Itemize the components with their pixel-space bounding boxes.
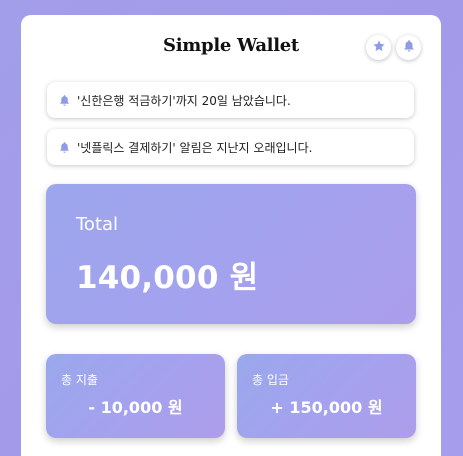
wallet-card: Simple Wallet '신한은행 적금하기'까지 20일 남았습니다. '…	[21, 15, 441, 456]
income-value: + 150,000 원	[270, 398, 383, 417]
bell-icon	[59, 93, 71, 107]
spend-label: 총 지출	[61, 373, 98, 387]
total-label: Total	[76, 214, 119, 235]
bell-icon	[403, 38, 415, 57]
favorites-button[interactable]	[366, 35, 391, 60]
notice-item[interactable]: '넷플릭스 결제하기' 알림은 지난지 오래입니다.	[47, 129, 414, 165]
header: Simple Wallet	[21, 15, 441, 83]
spend-value: - 10,000 원	[88, 398, 183, 417]
total-balance-card: Total 140,000 원	[46, 184, 416, 324]
notifications-button[interactable]	[396, 35, 421, 60]
income-label: 총 입금	[252, 373, 289, 387]
bell-icon	[59, 140, 71, 154]
star-icon	[372, 38, 386, 57]
notice-text: '넷플릭스 결제하기' 알림은 지난지 오래입니다.	[77, 140, 313, 155]
notice-item[interactable]: '신한은행 적금하기'까지 20일 남았습니다.	[47, 82, 414, 118]
notice-text: '신한은행 적금하기'까지 20일 남았습니다.	[77, 93, 291, 108]
total-value: 140,000 원	[76, 260, 259, 296]
income-summary-card[interactable]: 총 입금 + 150,000 원	[237, 354, 416, 438]
spend-summary-card[interactable]: 총 지출 - 10,000 원	[46, 354, 225, 438]
